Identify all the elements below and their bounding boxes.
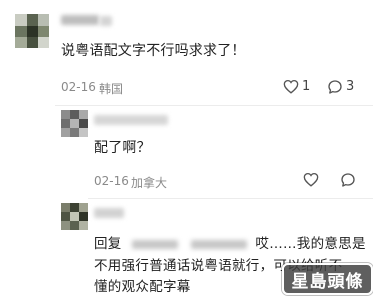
reply-prefix: 回复: [94, 236, 122, 252]
username-blurred[interactable]: [94, 208, 124, 218]
avatar[interactable]: [61, 203, 88, 230]
avatar[interactable]: [15, 14, 49, 48]
speech-bubble-icon[interactable]: [327, 79, 343, 95]
comment-date: 02-16: [61, 80, 96, 94]
username-blurred: [100, 16, 112, 26]
comment-text: 说粤语配文字不行吗求求了！: [61, 43, 246, 59]
watermark-logo: 星島頭條: [282, 263, 373, 295]
heart-icon[interactable]: [283, 79, 299, 94]
comment-text: 懂的观众配字幕: [94, 279, 191, 295]
like-count: 1: [302, 79, 311, 94]
heart-icon[interactable]: [303, 172, 319, 187]
comment-location: 韩国: [99, 82, 124, 96]
reply-text: 哎……我的意思是: [255, 236, 366, 252]
comment-text: 回复 哎……我的意思是: [94, 232, 366, 252]
speech-bubble-icon[interactable]: [340, 172, 356, 188]
username-blurred[interactable]: [94, 115, 168, 125]
mention-blurred[interactable]: [132, 239, 179, 249]
divider: [55, 105, 373, 106]
comment-date: 02-16: [94, 174, 129, 188]
comment-text: 配了啊？: [94, 140, 151, 156]
username-blurred[interactable]: [61, 15, 99, 25]
mention-blurred[interactable]: [190, 239, 247, 249]
comment-location: 加拿大: [131, 176, 168, 190]
avatar[interactable]: [61, 110, 88, 137]
divider: [88, 198, 373, 199]
reply-count: 3: [346, 79, 355, 94]
